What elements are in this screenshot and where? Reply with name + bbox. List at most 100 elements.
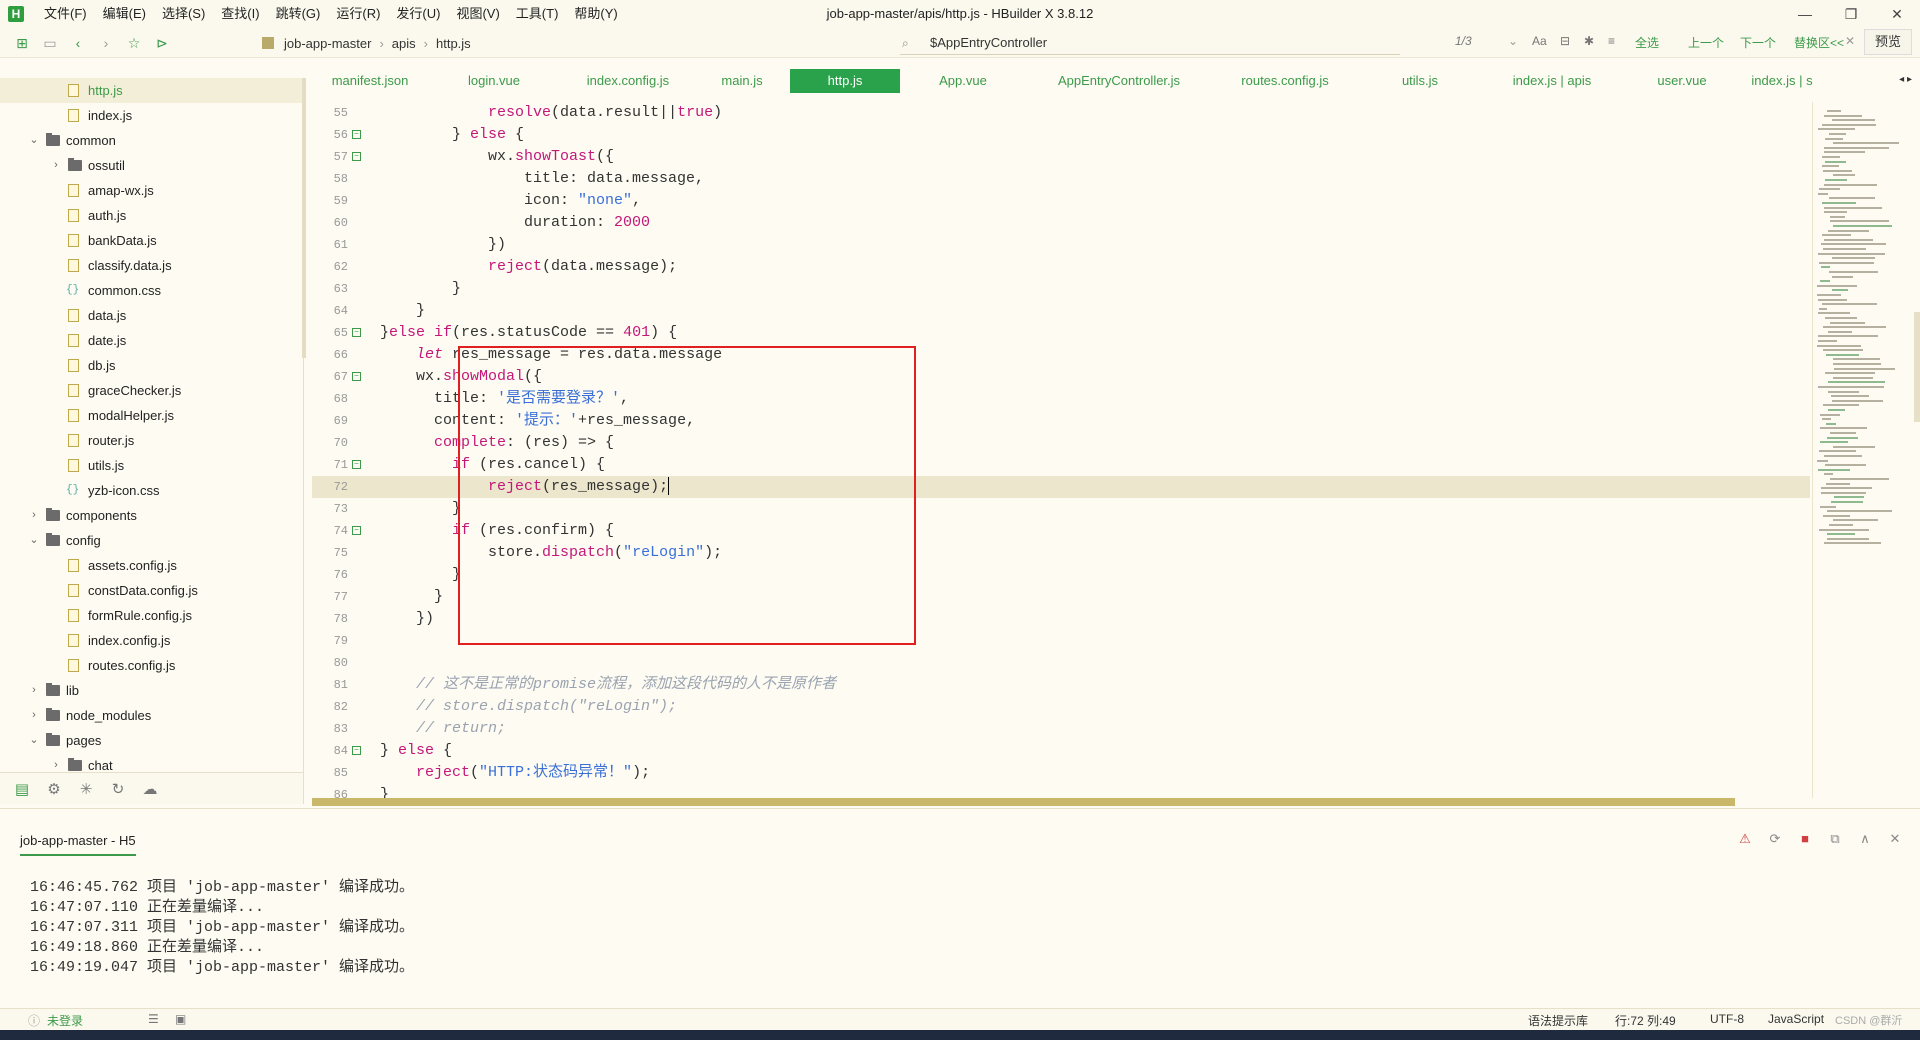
login-status[interactable]: 未登录 (47, 1012, 83, 1029)
fold-icon[interactable]: − (352, 526, 361, 535)
code-line[interactable]: 61 }) (312, 234, 1810, 256)
replace-toggle-button[interactable]: 替换区<< (1794, 34, 1844, 51)
tree-file[interactable]: formRule.config.js (0, 603, 303, 628)
list-icon[interactable]: ☰ (148, 1012, 159, 1026)
tab-appentrycontroller-js[interactable]: AppEntryController.js (1026, 69, 1212, 93)
chevron-down-icon[interactable]: ⌄ (28, 728, 40, 753)
save-icon[interactable]: ▭ (36, 29, 64, 57)
tree-folder[interactable]: › ossutil (0, 153, 303, 178)
tab-utils-js[interactable]: utils.js (1358, 69, 1482, 93)
code-line[interactable]: 71− if (res.cancel) { (312, 454, 1810, 476)
tree-file[interactable]: date.js (0, 328, 303, 353)
menu-item[interactable]: 工具(T) (508, 0, 567, 28)
tree-file[interactable]: router.js (0, 428, 303, 453)
code-line[interactable]: 56− } else { (312, 124, 1810, 146)
tab-routes-config-js[interactable]: routes.config.js (1212, 69, 1358, 93)
tab-index-js-s[interactable]: index.js | s (1742, 69, 1822, 93)
tab-app-vue[interactable]: App.vue (900, 69, 1026, 93)
tree-file[interactable]: constData.config.js (0, 578, 303, 603)
syntax-library[interactable]: 语法提示库 (1528, 1012, 1588, 1029)
cursor-position[interactable]: 行:72 列:49 (1615, 1012, 1676, 1029)
tab-main-js[interactable]: main.js (694, 69, 790, 93)
code-line[interactable]: 85 reject("HTTP:状态码异常！"); (312, 762, 1810, 784)
tree-file[interactable]: auth.js (0, 203, 303, 228)
code-line[interactable]: 80 (312, 652, 1810, 674)
chevron-right-icon[interactable]: › (28, 503, 40, 528)
tab-manifest-json[interactable]: manifest.json (314, 69, 426, 93)
select-all-button[interactable]: 全选 (1635, 34, 1659, 51)
tab-scroll-arrows-icon[interactable]: ◂ ▸ (1899, 68, 1912, 92)
code-line[interactable]: 59 icon: "none", (312, 190, 1810, 212)
breadcrumb-project[interactable]: job-app-master (284, 36, 371, 51)
code-line[interactable]: 75 store.dispatch("reLogin"); (312, 542, 1810, 564)
code-line[interactable]: 65−}else if(res.statusCode == 401) { (312, 322, 1810, 344)
code-line[interactable]: 62 reject(data.message); (312, 256, 1810, 278)
menu-item[interactable]: 编辑(E) (95, 0, 154, 28)
tree-file[interactable]: index.js (0, 103, 303, 128)
preview-button[interactable]: 预览 (1864, 29, 1912, 55)
code-line[interactable]: 82 // store.dispatch("reLogin"); (312, 696, 1810, 718)
horizontal-scrollbar[interactable] (312, 798, 1735, 806)
fold-icon[interactable]: − (352, 130, 361, 139)
chevron-right-icon[interactable]: › (28, 703, 40, 728)
fold-icon[interactable]: − (352, 152, 361, 161)
source-control-icon[interactable]: ↻ (102, 780, 134, 798)
match-case-toggle[interactable]: Aa (1532, 34, 1547, 48)
open-external-icon[interactable]: ⧉ (1820, 831, 1850, 847)
terminal-icon[interactable]: ▣ (175, 1012, 186, 1026)
tree-file[interactable]: amap-wx.js (0, 178, 303, 203)
tree-file[interactable]: index.config.js (0, 628, 303, 653)
menu-item[interactable]: 视图(V) (448, 0, 507, 28)
menu-item[interactable]: 选择(S) (154, 0, 213, 28)
new-file-icon[interactable]: ⊞ (8, 29, 36, 57)
console-tab[interactable]: job-app-master - H5 (20, 833, 136, 856)
sidebar-scrollbar[interactable] (302, 78, 306, 358)
code-line[interactable]: 73 } (312, 498, 1810, 520)
breadcrumb-file[interactable]: http.js (436, 36, 471, 51)
fold-icon[interactable]: − (352, 372, 361, 381)
code-line[interactable]: 57− wx.showToast({ (312, 146, 1810, 168)
favorite-icon[interactable]: ☆ (120, 29, 148, 57)
code-line[interactable]: 86} (312, 784, 1810, 798)
code-line[interactable]: 81 // 这不是正常的promise流程，添加这段代码的人不是原作者 (312, 674, 1810, 696)
tree-file[interactable]: graceChecker.js (0, 378, 303, 403)
tab-index-config-js[interactable]: index.config.js (562, 69, 694, 93)
chevron-right-icon[interactable]: › (28, 678, 40, 703)
file-encoding[interactable]: UTF-8 (1710, 1012, 1744, 1026)
menu-item[interactable]: 查找(I) (213, 0, 267, 28)
code-line[interactable]: 67− wx.showModal({ (312, 366, 1810, 388)
selection-icon[interactable]: ≡ (1608, 34, 1615, 48)
forward-icon[interactable]: › (92, 29, 120, 57)
tree-folder[interactable]: ⌄ config (0, 528, 303, 553)
tree-file[interactable]: {} common.css (0, 278, 303, 303)
minimap-scrollbar[interactable] (1914, 312, 1920, 422)
minimize-icon[interactable]: — (1782, 0, 1828, 28)
bug-icon[interactable]: ⚠ (1730, 831, 1760, 847)
tree-file[interactable]: modalHelper.js (0, 403, 303, 428)
back-icon[interactable]: ‹ (64, 29, 92, 57)
code-line[interactable]: 77 } (312, 586, 1810, 608)
tree-file[interactable]: {} yzb-icon.css (0, 478, 303, 503)
code-line[interactable]: 66 let res_message = res.data.message (312, 344, 1810, 366)
menu-item[interactable]: 文件(F) (36, 0, 95, 28)
tree-folder[interactable]: › lib (0, 678, 303, 703)
code-line[interactable]: 84−} else { (312, 740, 1810, 762)
minimap[interactable] (1812, 102, 1920, 798)
run-icon[interactable]: ⊳ (148, 29, 176, 57)
find-next-button[interactable]: 下一个 (1740, 34, 1776, 51)
menu-item[interactable]: 运行(R) (328, 0, 388, 28)
code-line[interactable]: 72 reject(res_message); (312, 476, 1810, 498)
restart-icon[interactable]: ⟳ (1760, 831, 1790, 847)
tab-user-vue[interactable]: user.vue (1622, 69, 1742, 93)
menu-item[interactable]: 跳转(G) (268, 0, 329, 28)
regex-icon[interactable]: ✱ (1584, 34, 1594, 48)
whole-word-icon[interactable]: ⊟ (1560, 34, 1570, 48)
cloud-icon[interactable]: ☁ (134, 780, 166, 798)
language-mode[interactable]: JavaScript (1768, 1012, 1824, 1026)
menu-item[interactable]: 发行(U) (388, 0, 448, 28)
fold-icon[interactable]: − (352, 328, 361, 337)
tree-file[interactable]: utils.js (0, 453, 303, 478)
tree-folder[interactable]: › node_modules (0, 703, 303, 728)
code-line[interactable]: 60 duration: 2000 (312, 212, 1810, 234)
tree-file[interactable]: routes.config.js (0, 653, 303, 678)
